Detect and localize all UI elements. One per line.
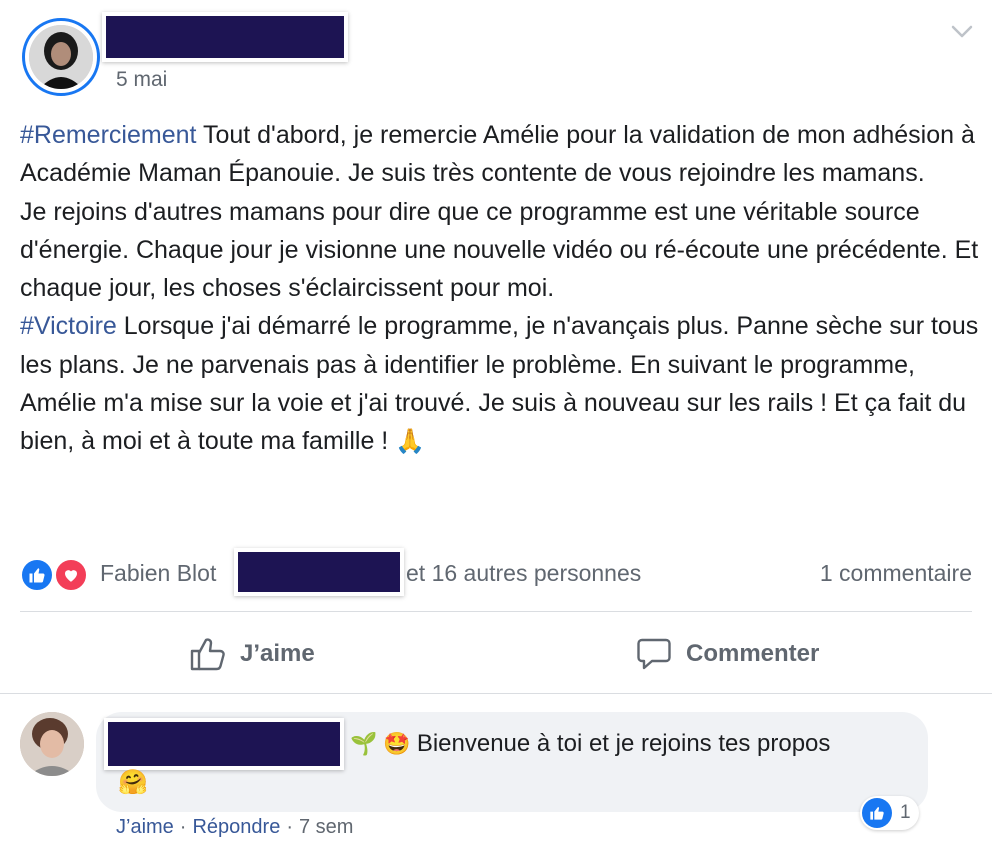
- comment-text: Bienvenue à toi et je rejoins tes propos: [416, 730, 831, 757]
- comment-like-link[interactable]: J’aime: [116, 816, 174, 838]
- separator: ·: [179, 816, 187, 838]
- comment-text-line: 🌱 🤩 Bienvenue à toi et je rejoins tes pr…: [350, 730, 830, 758]
- reactor-name-redacted[interactable]: [234, 548, 404, 596]
- reaction-count: 1: [900, 802, 911, 823]
- speech-bubble-icon: [637, 638, 671, 670]
- hashtag-link[interactable]: #Remerciement: [20, 121, 196, 149]
- reaction-icons[interactable]: [20, 558, 96, 592]
- seedling-emoji: 🌱: [350, 731, 378, 756]
- post-header: 5 mai: [0, 0, 992, 100]
- post-body: #Remerciement Tout d'abord, je remercie …: [20, 116, 980, 462]
- like-reaction-icon: [862, 798, 892, 828]
- commenter-photo-icon: [20, 712, 84, 776]
- like-button[interactable]: J’aime: [190, 618, 315, 690]
- praying-hands-emoji: 🙏: [395, 428, 426, 456]
- author-avatar[interactable]: [22, 18, 100, 96]
- star-struck-emoji: 🤩: [383, 731, 411, 756]
- post-paragraph: Je rejoins d'autres mamans pour dire que…: [20, 193, 980, 308]
- comment-actions: J’aime · Répondre · 7 sem: [116, 816, 353, 839]
- love-reaction-icon: [54, 558, 88, 592]
- reactions-summary: Fabien Blot et 16 autres personnes 1 com…: [20, 548, 972, 600]
- like-button-label: J’aime: [240, 640, 315, 667]
- comment-reply-link[interactable]: Répondre: [192, 816, 280, 838]
- divider: [0, 693, 992, 694]
- post-paragraph: #Remerciement Tout d'abord, je remercie …: [20, 116, 980, 193]
- author-photo-icon: [29, 25, 93, 89]
- reactor-name[interactable]: Fabien Blot: [100, 560, 216, 587]
- comment-time[interactable]: 7 sem: [299, 816, 353, 838]
- thumbs-up-icon: [190, 638, 225, 671]
- divider: [20, 611, 972, 612]
- comment-button-label: Commenter: [686, 640, 820, 667]
- comment-bubble: 🌱 🤩 Bienvenue à toi et je rejoins tes pr…: [96, 712, 928, 830]
- hugging-emoji: 🤗: [118, 769, 148, 796]
- reactors-others[interactable]: et 16 autres personnes: [406, 560, 641, 587]
- author-name-redacted[interactable]: [102, 12, 348, 62]
- commenter-avatar[interactable]: [20, 712, 84, 776]
- author-avatar-photo: [29, 25, 93, 89]
- paragraph-text: Lorsque j'ai démarré le programme, je n'…: [20, 312, 979, 456]
- hashtag-link[interactable]: #Victoire: [20, 312, 117, 340]
- commenter-name-redacted[interactable]: [104, 718, 344, 770]
- comment-reaction-count[interactable]: 1: [860, 796, 919, 830]
- separator: ·: [286, 816, 293, 838]
- like-reaction-icon: [20, 558, 54, 592]
- chevron-down-icon[interactable]: [950, 20, 974, 44]
- post-paragraph: #Victoire Lorsque j'ai démarré le progra…: [20, 307, 980, 461]
- comment-count-link[interactable]: 1 commentaire: [820, 560, 972, 587]
- comment-button[interactable]: Commenter: [636, 618, 819, 690]
- post-date[interactable]: 5 mai: [116, 68, 167, 92]
- paragraph-text: Je rejoins d'autres mamans pour dire que…: [20, 197, 979, 303]
- post-actions: J’aime Commenter: [20, 618, 972, 690]
